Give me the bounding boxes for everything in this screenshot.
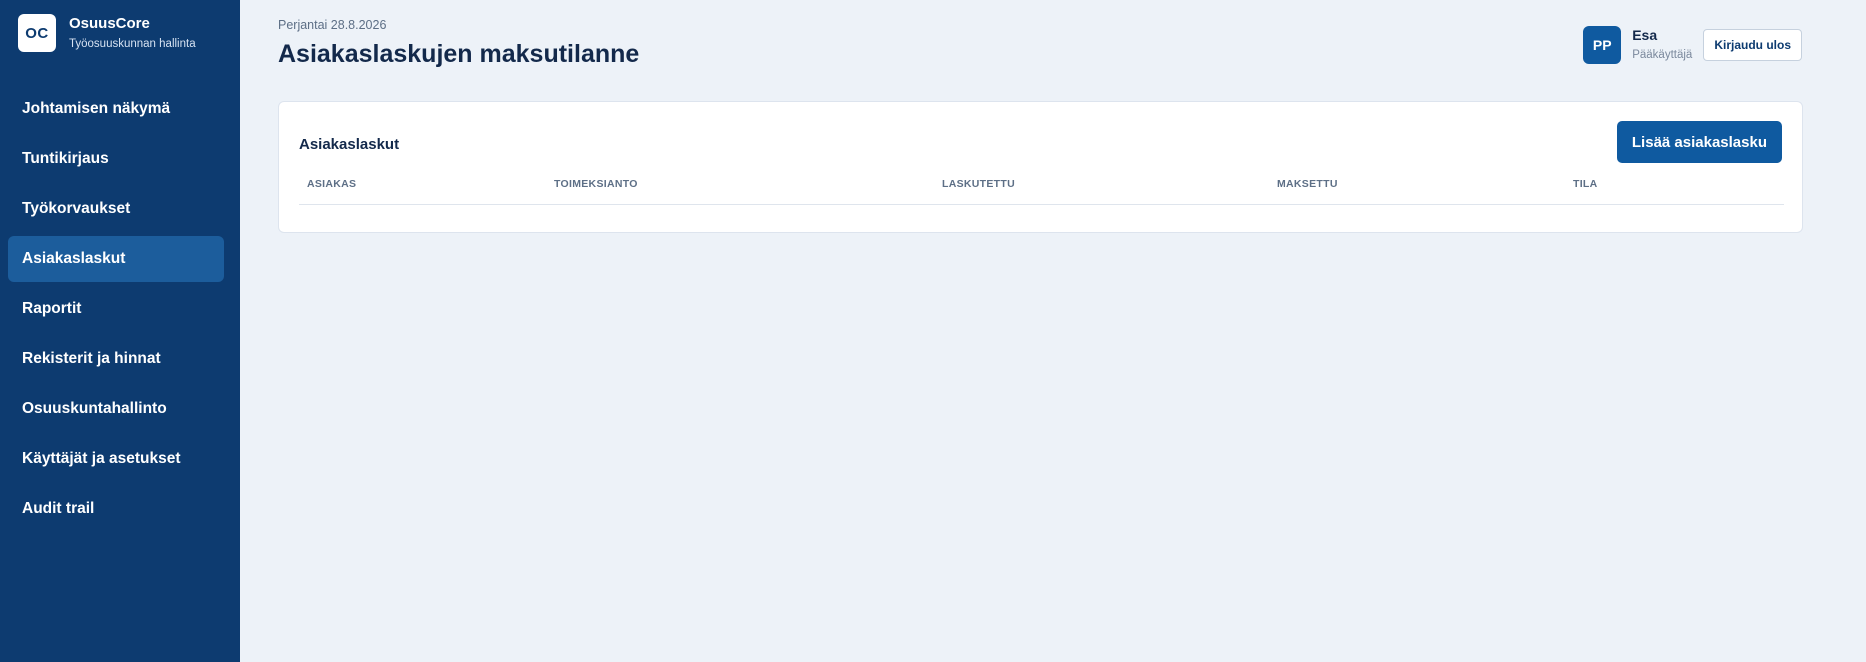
invoices-card: Asiakaslaskut Lisää asiakaslasku ASIAKAS… [278,101,1803,233]
sidebar-item-osuuskuntahallinto[interactable]: Osuuskuntahallinto [8,386,224,432]
sidebar-item-tuntikirjaus[interactable]: Tuntikirjaus [8,136,224,182]
column-header-tila[interactable]: TILA [1573,178,1598,190]
card-title: Asiakaslaskut [299,136,400,153]
brand-subtitle: Työosuuskunnan hallinta [69,37,196,50]
logout-button[interactable]: Kirjaudu ulos [1703,29,1802,61]
table-header: ASIAKAS TOIMEKSIANTO LASKUTETTU MAKSETTU… [299,178,1784,205]
column-header-laskutettu[interactable]: LASKUTETTU [942,178,1015,190]
sidebar-item-tyokorvaukset[interactable]: Työkorvaukset [8,186,224,232]
sidebar-item-johtamisen-nakyma[interactable]: Johtamisen näkymä [8,86,224,132]
brand[interactable]: OC OsuusCore Työosuuskunnan hallinta [18,14,196,52]
sidebar-item-kayttajat-ja-asetukset[interactable]: Käyttäjät ja asetukset [8,436,224,482]
column-header-toimeksianto[interactable]: TOIMEKSIANTO [554,178,638,190]
column-header-maksettu[interactable]: MAKSETTU [1277,178,1338,190]
page-title: Asiakaslaskujen maksutilanne [278,40,640,68]
user-role: Pääkäyttäjä [1632,49,1693,61]
sidebar-item-raportit[interactable]: Raportit [8,286,224,332]
invoices-table: ASIAKAS TOIMEKSIANTO LASKUTETTU MAKSETTU… [299,178,1784,205]
brand-text: OsuusCore Työosuuskunnan hallinta [69,15,196,52]
avatar: PP [1583,26,1622,64]
column-header-asiakas[interactable]: ASIAKAS [307,178,356,190]
sidebar-nav: Johtamisen näkymä Tuntikirjaus Työkorvau… [8,86,224,536]
current-date: Perjantai 28.8.2026 [278,18,387,32]
main-content: Perjantai 28.8.2026 Asiakaslaskujen maks… [240,0,1866,662]
sidebar-item-rekisterit-ja-hinnat[interactable]: Rekisterit ja hinnat [8,336,224,382]
user-name: Esa [1632,27,1658,43]
user-area: PP Esa Pääkäyttäjä Kirjaudu ulos [1583,26,1802,64]
brand-name: OsuusCore [69,14,150,32]
sidebar-item-asiakaslaskut[interactable]: Asiakaslaskut [8,236,224,282]
add-invoice-button[interactable]: Lisää asiakaslasku [1616,121,1782,163]
user-info: Esa Pääkäyttäjä [1632,27,1692,63]
app-root: OC OsuusCore Työosuuskunnan hallinta Joh… [0,0,1866,662]
sidebar: OC OsuusCore Työosuuskunnan hallinta Joh… [0,0,240,662]
sidebar-item-audit-trail[interactable]: Audit trail [8,486,224,532]
brand-logo: OC [18,14,56,52]
